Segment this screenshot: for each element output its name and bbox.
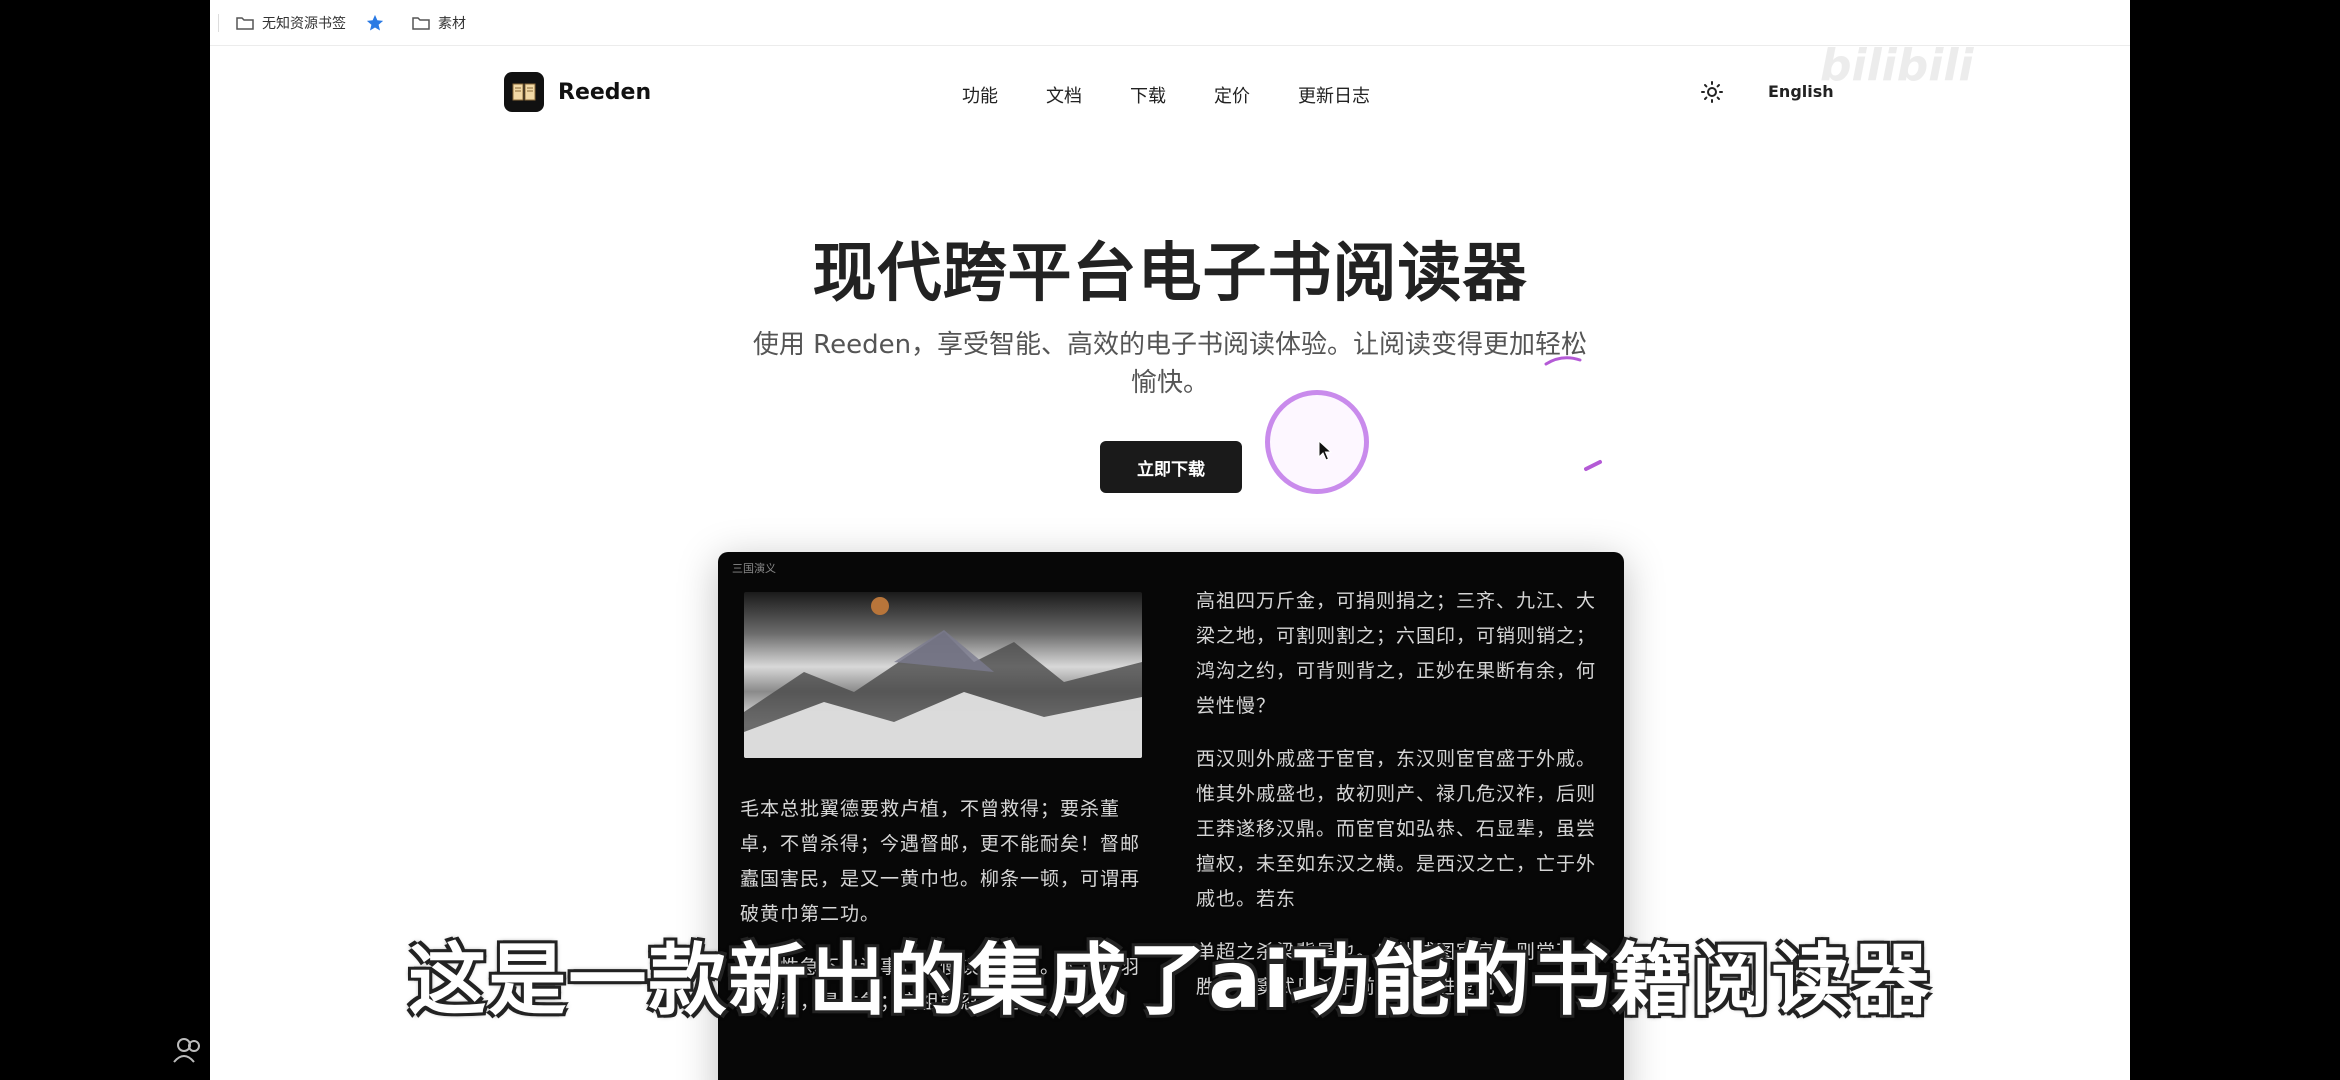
- bookmarks-divider: [218, 14, 219, 32]
- hero-subtitle: 使用 Reeden，享受智能、高效的电子书阅读体验。让阅读变得更加轻松 愉快。: [720, 326, 1620, 402]
- pen-annotation: [1584, 460, 1602, 471]
- book-icon: [504, 72, 544, 112]
- brand-logo[interactable]: Reeden: [504, 72, 651, 112]
- star-icon: [366, 14, 384, 31]
- landscape-illustration: [744, 592, 1142, 758]
- bookmark-label: 无知资源书签: [262, 15, 346, 32]
- video-watermark: bilibili: [1820, 40, 1974, 91]
- reader-paragraph: 毛本总批翼德要救卢植，不曾救得；要杀董卓，不曾杀得；今遇督邮，更不能耐矣！督邮蠹…: [740, 798, 1141, 925]
- theme-toggle-button[interactable]: [1700, 80, 1724, 104]
- reader-paragraph: 高祖四万斤金，可捐则捐之；三齐、九江、大梁之地，可割则割之；六国印，可销则销之；…: [1196, 590, 1597, 717]
- sun-icon: [1701, 81, 1723, 103]
- main-nav: 功能 文档 下载 定价 更新日志: [962, 82, 1418, 108]
- hero-title: 现代跨平台电子书阅读器: [812, 237, 1528, 311]
- bookmark-star[interactable]: [366, 14, 392, 32]
- book-title: 三国演义: [732, 562, 776, 575]
- bookmark-materials[interactable]: 素材: [412, 13, 466, 33]
- video-subtitle: 这是一款新出的集成了ai功能的书籍阅读器: [408, 936, 1932, 1026]
- nav-features[interactable]: 功能: [962, 82, 998, 108]
- video-frame: 无知资源书签 素材 Reeden 功能 文档 下载 定价 更新日志 Englis…: [0, 0, 2340, 1080]
- nav-download[interactable]: 下载: [1130, 82, 1166, 108]
- download-now-button[interactable]: 立即下载: [1100, 441, 1242, 493]
- reader-paragraph: 西汉则外戚盛于宦官，东汉则宦官盛于外戚。惟其外戚盛也，故初则产、禄几危汉祚，后则…: [1196, 748, 1597, 910]
- hero-subtitle-line: 使用 Reeden，享受智能、高效的电子书阅读体验。让阅读变得更加轻松: [752, 330, 1588, 360]
- nav-pricing[interactable]: 定价: [1214, 82, 1250, 108]
- bookmark-resources[interactable]: 无知资源书签: [236, 13, 346, 33]
- nav-docs[interactable]: 文档: [1046, 82, 1082, 108]
- folder-icon: [412, 16, 430, 30]
- bookmark-label: 素材: [438, 15, 466, 32]
- pen-annotation: [1544, 356, 1582, 366]
- folder-icon: [236, 16, 254, 30]
- click-highlight-ring: [1265, 390, 1369, 494]
- nav-changelog[interactable]: 更新日志: [1298, 82, 1370, 108]
- brand-name: Reeden: [558, 79, 652, 105]
- hero-subtitle-line: 愉快。: [1130, 368, 1209, 398]
- users-icon: [173, 1038, 200, 1063]
- mouse-cursor-icon: [1318, 440, 1332, 461]
